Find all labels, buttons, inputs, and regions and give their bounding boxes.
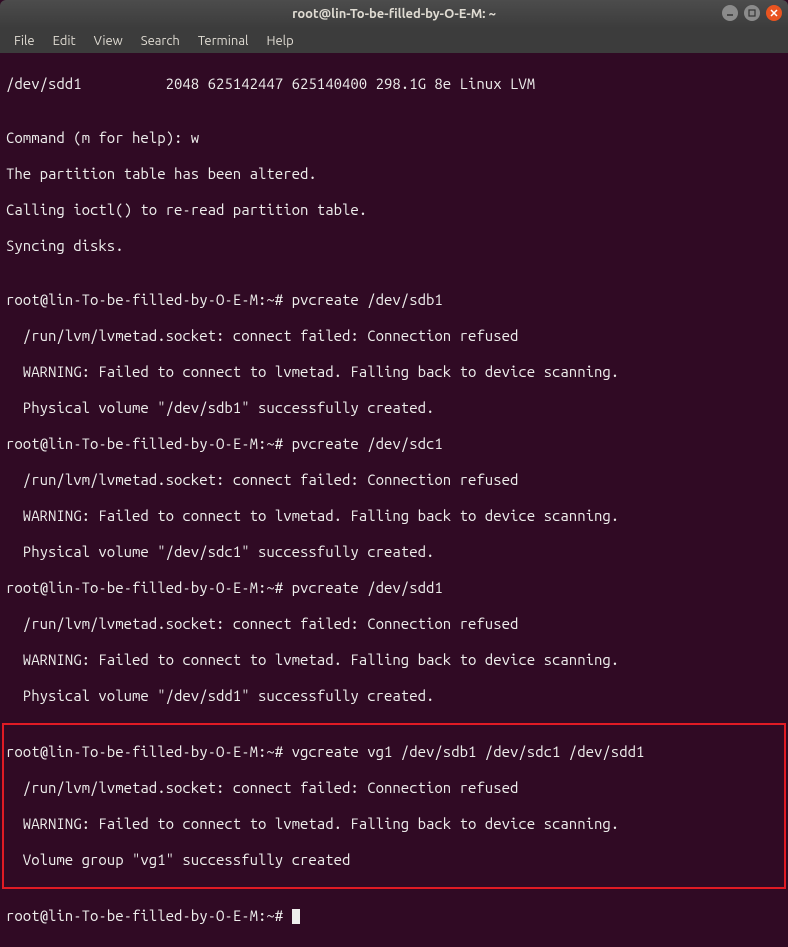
terminal-line: /run/lvm/lvmetad.socket: connect failed:… xyxy=(6,471,782,489)
menu-terminal[interactable]: Terminal xyxy=(190,31,257,51)
terminal-line: /run/lvm/lvmetad.socket: connect failed:… xyxy=(6,615,782,633)
minimize-button[interactable] xyxy=(722,5,738,21)
cursor xyxy=(292,909,300,924)
titlebar: root@lin-To-be-filled-by-O-E-M: ~ xyxy=(0,0,788,28)
terminal-line: root@lin-To-be-filled-by-O-E-M:~# pvcrea… xyxy=(6,579,782,597)
close-icon xyxy=(770,9,778,17)
terminal-line: WARNING: Failed to connect to lvmetad. F… xyxy=(6,507,782,525)
terminal-line: Calling ioctl() to re-read partition tab… xyxy=(6,201,782,219)
terminal-line: /run/lvm/lvmetad.socket: connect failed:… xyxy=(6,327,782,345)
menu-edit[interactable]: Edit xyxy=(45,31,84,51)
terminal-line: root@lin-To-be-filled-by-O-E-M:~# pvcrea… xyxy=(6,291,782,309)
terminal-line: WARNING: Failed to connect to lvmetad. F… xyxy=(6,363,782,381)
terminal-prompt-line: root@lin-To-be-filled-by-O-E-M:~# xyxy=(6,907,782,925)
terminal-line: The partition table has been altered. xyxy=(6,165,782,183)
terminal-line: Physical volume "/dev/sdc1" successfully… xyxy=(6,543,782,561)
minimize-icon xyxy=(726,9,734,17)
menu-help[interactable]: Help xyxy=(258,31,301,51)
terminal-line: WARNING: Failed to connect to lvmetad. F… xyxy=(6,651,782,669)
terminal-content[interactable]: /dev/sdd1 2048 625142447 625140400 298.1… xyxy=(0,53,788,947)
terminal-line: root@lin-To-be-filled-by-O-E-M:~# vgcrea… xyxy=(6,743,782,761)
menubar: File Edit View Search Terminal Help xyxy=(0,28,788,53)
menu-view[interactable]: View xyxy=(86,31,131,51)
terminal-line: Command (m for help): w xyxy=(6,129,782,147)
maximize-button[interactable] xyxy=(744,5,760,21)
terminal-line: root@lin-To-be-filled-by-O-E-M:~# pvcrea… xyxy=(6,435,782,453)
highlight-annotation: root@lin-To-be-filled-by-O-E-M:~# vgcrea… xyxy=(2,723,786,889)
window-title: root@lin-To-be-filled-by-O-E-M: ~ xyxy=(292,7,496,21)
terminal-line: Physical volume "/dev/sdd1" successfully… xyxy=(6,687,782,705)
menu-file[interactable]: File xyxy=(6,31,43,51)
terminal-line: /dev/sdd1 2048 625142447 625140400 298.1… xyxy=(6,75,782,93)
terminal-line: WARNING: Failed to connect to lvmetad. F… xyxy=(6,815,782,833)
terminal-prompt: root@lin-To-be-filled-by-O-E-M:~# xyxy=(6,907,292,924)
close-button[interactable] xyxy=(766,5,782,21)
terminal-line: Volume group "vg1" successfully created xyxy=(6,851,782,869)
menu-search[interactable]: Search xyxy=(133,31,188,51)
maximize-icon xyxy=(748,9,756,17)
terminal-line: Physical volume "/dev/sdb1" successfully… xyxy=(6,399,782,417)
terminal-line: /run/lvm/lvmetad.socket: connect failed:… xyxy=(6,779,782,797)
window-controls xyxy=(722,5,782,21)
terminal-line: Syncing disks. xyxy=(6,237,782,255)
